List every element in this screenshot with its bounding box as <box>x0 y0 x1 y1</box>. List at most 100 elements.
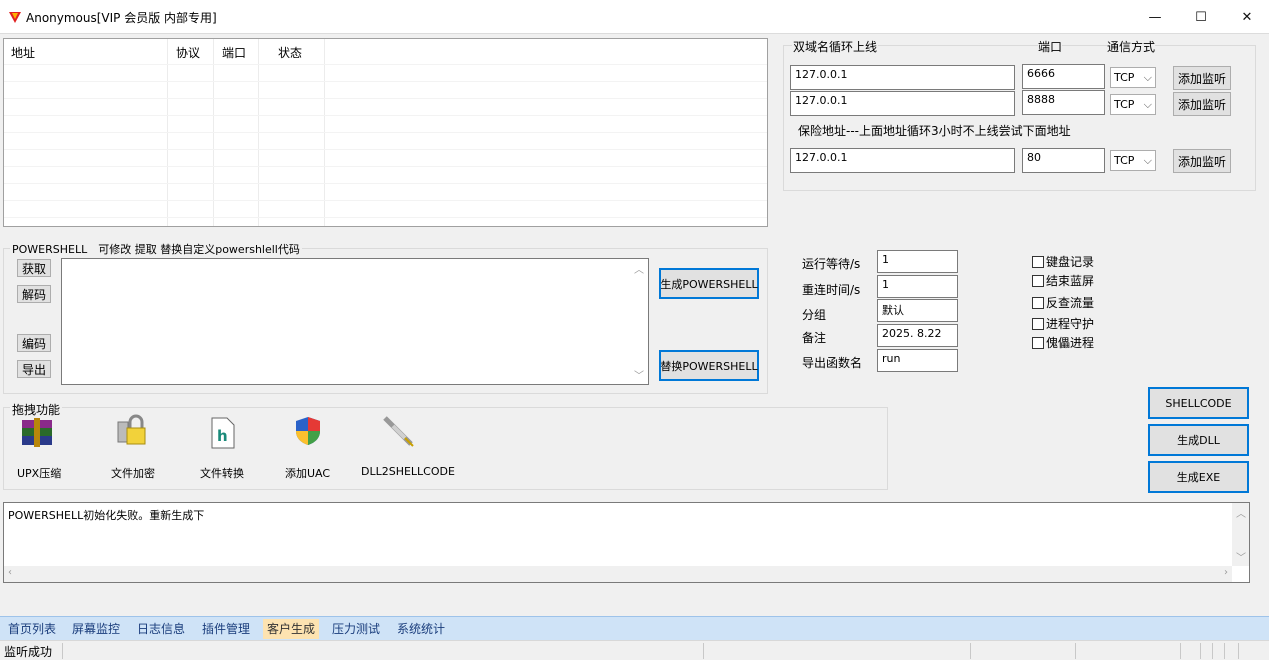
host-input-2[interactable]: 127.0.0.1 <box>790 91 1015 116</box>
checkbox-icon <box>1032 274 1044 287</box>
scroll-down-icon[interactable]: ﹀ <box>634 367 644 382</box>
tab-client-generate[interactable]: 客户生成 <box>263 619 320 639</box>
port-header: 端口 <box>1038 38 1063 55</box>
bsod-checkbox[interactable]: 结束蓝屏 <box>1032 272 1094 289</box>
svg-text:h: h <box>217 427 228 445</box>
generate-powershell-button[interactable]: 生成POWERSHELL <box>659 268 759 299</box>
backup-host-input[interactable]: 127.0.0.1 <box>790 148 1015 173</box>
generate-dll-button[interactable]: 生成DLL <box>1148 424 1249 456</box>
encode-button[interactable]: 编码 <box>17 334 51 352</box>
checkbox-icon <box>1032 336 1044 349</box>
export-func-label: 导出函数名 <box>802 356 863 370</box>
get-button[interactable]: 获取 <box>17 259 51 277</box>
winrar-icon[interactable] <box>20 416 54 450</box>
powershell-header: POWERSHELL 可修改 提取 替换自定义powershlell代码 <box>10 241 302 257</box>
process-guard-label: 进程守护 <box>1046 317 1095 331</box>
column-header-port[interactable]: 端口 <box>222 44 246 61</box>
chevron-down-icon: ⌵ <box>1143 153 1152 167</box>
scroll-up-icon[interactable]: ︿ <box>634 261 644 276</box>
export-func-input[interactable]: run <box>877 349 958 372</box>
add-listener-button-2[interactable]: 添加监听 <box>1173 92 1231 116</box>
tab-home-list[interactable]: 首页列表 <box>4 619 60 639</box>
keylogger-checkbox[interactable]: 键盘记录 <box>1032 253 1094 270</box>
bottom-tab-bar <box>0 616 1269 640</box>
reconnect-input[interactable]: 1 <box>877 275 958 298</box>
port-input-1[interactable]: 6666 <box>1022 64 1105 89</box>
tab-log-info[interactable]: 日志信息 <box>133 619 189 639</box>
log-output[interactable]: POWERSHELL初始化失败。重新生成下 ‹ › ︿ ﹀ <box>3 502 1250 583</box>
column-header-status[interactable]: 状态 <box>278 44 302 61</box>
uac-shield-icon[interactable] <box>291 414 325 448</box>
chevron-down-icon: ⌵ <box>1143 97 1152 111</box>
bsod-label: 结束蓝屏 <box>1046 274 1095 288</box>
scroll-right-icon[interactable]: › <box>1224 567 1228 578</box>
add-listener-button-backup[interactable]: 添加监听 <box>1173 149 1231 173</box>
window-title: Anonymous[VIP 会员版 内部专用] <box>26 11 217 25</box>
puppet-process-checkbox[interactable]: 傀儡进程 <box>1032 334 1094 351</box>
status-text: 监听成功 <box>4 645 53 659</box>
decode-button[interactable]: 解码 <box>17 285 51 303</box>
mode-header: 通信方式 <box>1107 38 1156 55</box>
port-input-2[interactable]: 8888 <box>1022 90 1105 115</box>
keylogger-label: 键盘记录 <box>1046 255 1095 269</box>
checkbox-icon <box>1032 255 1044 268</box>
h-file-icon[interactable]: h <box>205 416 239 450</box>
process-guard-checkbox[interactable]: 进程守护 <box>1032 315 1094 332</box>
traffic-check-checkbox[interactable]: 反查流量 <box>1032 294 1094 311</box>
maximize-icon: ☐ <box>1195 9 1207 25</box>
scroll-up-icon[interactable]: ︿ <box>1236 505 1246 520</box>
close-icon: ✕ <box>1241 9 1253 25</box>
group-label: 分组 <box>802 308 827 322</box>
traffic-check-label: 反查流量 <box>1046 296 1095 310</box>
dll2shellcode-label: DLL2SHELLCODE <box>361 465 455 478</box>
wait-label: 运行等待/s <box>802 257 861 271</box>
checkbox-icon <box>1032 296 1044 309</box>
tab-plugin-manage[interactable]: 插件管理 <box>198 619 254 639</box>
file-convert-label: 文件转换 <box>200 467 244 480</box>
puppet-process-label: 傀儡进程 <box>1046 336 1095 350</box>
export-button[interactable]: 导出 <box>17 360 51 378</box>
add-listener-button-1[interactable]: 添加监听 <box>1173 66 1231 90</box>
column-header-address[interactable]: 地址 <box>11 44 35 61</box>
maximize-button[interactable]: ☐ <box>1178 0 1224 34</box>
powershell-editor[interactable]: ︿ ﹀ <box>61 258 649 385</box>
lock-icon[interactable] <box>114 414 148 448</box>
mode-select-2[interactable]: TCP ⌵ <box>1110 94 1156 115</box>
dual-domain-title: 双域名循环上线 <box>792 38 879 55</box>
scroll-down-icon[interactable]: ﹀ <box>1236 549 1246 564</box>
chevron-down-icon: ⌵ <box>1143 70 1152 84</box>
status-bar: 监听成功 <box>0 640 1269 660</box>
add-uac-label: 添加UAC <box>285 467 331 480</box>
connection-table[interactable] <box>3 38 768 227</box>
wait-input[interactable]: 1 <box>877 250 958 273</box>
backup-mode-select[interactable]: TCP ⌵ <box>1110 150 1156 171</box>
backup-mode-select-value: TCP <box>1114 154 1135 167</box>
group-input[interactable]: 默认 <box>877 299 958 322</box>
note-input[interactable]: 2025. 8.22 <box>877 324 958 347</box>
reconnect-label: 重连时间/s <box>802 283 861 297</box>
close-button[interactable]: ✕ <box>1224 0 1269 34</box>
generate-exe-button[interactable]: 生成EXE <box>1148 461 1249 493</box>
syringe-icon[interactable] <box>381 414 415 448</box>
mode-select-1-value: TCP <box>1114 71 1135 84</box>
tab-screen-monitor[interactable]: 屏幕监控 <box>68 619 124 639</box>
mode-select-1[interactable]: TCP ⌵ <box>1110 67 1156 88</box>
log-text: POWERSHELL初始化失败。重新生成下 <box>8 509 205 522</box>
note-label: 备注 <box>802 331 827 345</box>
shellcode-button[interactable]: SHELLCODE <box>1148 387 1249 419</box>
minimize-button[interactable]: — <box>1132 0 1178 34</box>
upx-label: UPX压缩 <box>17 467 62 480</box>
replace-powershell-button[interactable]: 替换POWERSHELL <box>659 350 759 381</box>
column-header-protocol[interactable]: 协议 <box>176 44 200 61</box>
horizontal-scrollbar[interactable]: ‹ › <box>4 566 1232 582</box>
checkbox-icon <box>1032 317 1044 330</box>
vertical-scrollbar[interactable]: ︿ ﹀ <box>1232 503 1249 566</box>
backup-address-note: 保险地址---上面地址循环3小时不上线尝试下面地址 <box>798 124 1071 138</box>
host-input-1[interactable]: 127.0.0.1 <box>790 65 1015 90</box>
backup-port-input[interactable]: 80 <box>1022 148 1105 173</box>
tab-system-stats[interactable]: 系统统计 <box>393 619 449 639</box>
app-logo-icon <box>9 12 21 23</box>
scroll-left-icon[interactable]: ‹ <box>8 567 12 578</box>
tab-stress-test[interactable]: 压力测试 <box>328 619 384 639</box>
title-bar: Anonymous[VIP 会员版 内部专用] — ☐ ✕ <box>0 0 1269 34</box>
